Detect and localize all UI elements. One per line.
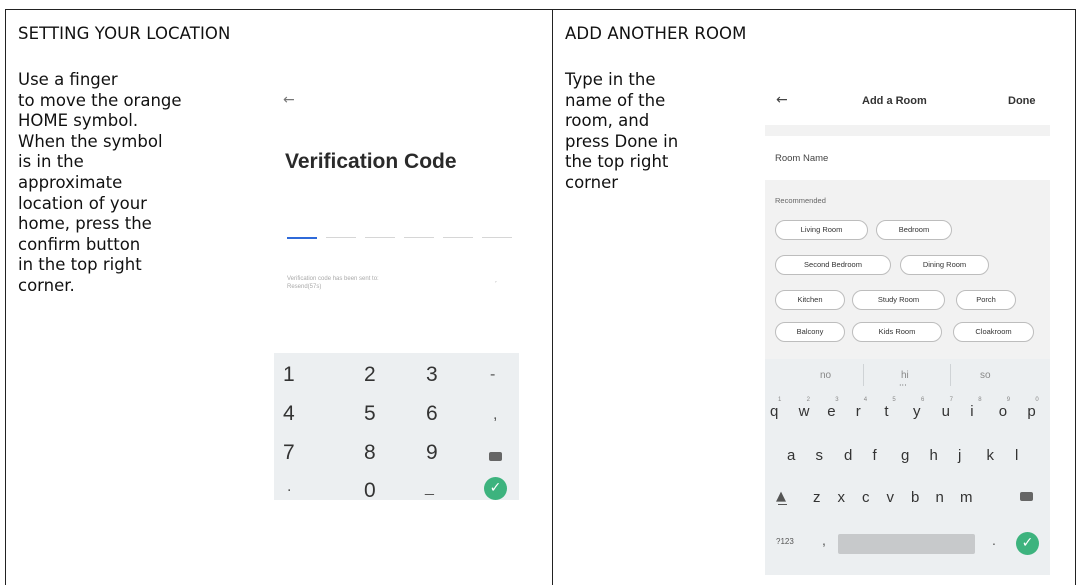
key-hint-number: 0 bbox=[1035, 397, 1039, 403]
key-x[interactable]: x bbox=[838, 489, 846, 506]
key-f[interactable]: f bbox=[873, 447, 877, 464]
code-digit-slot[interactable] bbox=[287, 237, 317, 239]
key-hint-number: 8 bbox=[978, 397, 982, 403]
left-instructions: Use a finger to move the orange HOME sym… bbox=[18, 70, 182, 295]
key-hint-number: 5 bbox=[892, 397, 896, 403]
key-k[interactable]: k bbox=[987, 447, 995, 464]
back-arrow-icon[interactable]: ← bbox=[776, 92, 788, 108]
key-j[interactable]: j bbox=[958, 447, 961, 464]
key-i[interactable]: i bbox=[970, 403, 973, 420]
column-divider bbox=[552, 9, 553, 585]
period-key[interactable]: . bbox=[992, 532, 996, 548]
key-7[interactable]: 7 bbox=[283, 441, 295, 465]
key-1[interactable]: 1 bbox=[283, 363, 295, 387]
key-hint-number: 4 bbox=[863, 397, 868, 403]
symbols-key[interactable]: ?123 bbox=[776, 537, 794, 546]
key-9[interactable]: 9 bbox=[426, 441, 438, 465]
key-w[interactable]: w bbox=[799, 403, 810, 420]
key-o[interactable]: o bbox=[999, 403, 1007, 420]
done-button[interactable]: Done bbox=[1008, 95, 1036, 107]
code-digit-slot[interactable] bbox=[482, 237, 512, 238]
shift-icon[interactable]: ▲ bbox=[776, 489, 786, 504]
code-input[interactable] bbox=[287, 237, 512, 239]
key-period[interactable]: . bbox=[287, 478, 291, 496]
key-n[interactable]: n bbox=[936, 489, 944, 506]
more-suggestions-icon[interactable]: ··· bbox=[899, 381, 907, 390]
confirm-check-icon[interactable]: ✓ bbox=[484, 477, 507, 500]
key-hint-number: 6 bbox=[921, 397, 925, 403]
backspace-icon[interactable] bbox=[489, 452, 502, 461]
key-b[interactable]: b bbox=[911, 489, 919, 506]
key-z[interactable]: z bbox=[813, 489, 821, 506]
right-column-title: ADD ANOTHER ROOM bbox=[565, 24, 747, 43]
key-5[interactable]: 5 bbox=[364, 402, 376, 426]
key-g[interactable]: g bbox=[901, 447, 909, 464]
key-hint-number: 2 bbox=[806, 397, 810, 403]
right-instructions: Type in the name of the room, and press … bbox=[565, 70, 679, 192]
key-e[interactable]: e bbox=[827, 403, 835, 420]
backspace-icon[interactable] bbox=[1020, 492, 1033, 501]
chip-kitchen[interactable]: Kitchen bbox=[775, 290, 845, 310]
code-sent-message: Verification code has been sent to: Rese… bbox=[287, 276, 379, 290]
add-room-title: Add a Room bbox=[862, 95, 927, 107]
key-l[interactable]: l bbox=[1015, 447, 1018, 464]
key-0[interactable]: 0 bbox=[364, 479, 376, 503]
chip-living-room[interactable]: Living Room bbox=[775, 220, 868, 240]
key-8[interactable]: 8 bbox=[364, 441, 376, 465]
code-digit-slot[interactable] bbox=[404, 237, 434, 238]
chip-second-bedroom[interactable]: Second Bedroom bbox=[775, 255, 891, 275]
suggestion-divider bbox=[950, 364, 951, 386]
key-2[interactable]: 2 bbox=[364, 363, 376, 387]
chip-bedroom[interactable]: Bedroom bbox=[876, 220, 952, 240]
left-column-title: SETTING YOUR LOCATION bbox=[18, 24, 231, 43]
chip-kids-room[interactable]: Kids Room bbox=[852, 322, 942, 342]
key-p[interactable]: p bbox=[1027, 403, 1035, 420]
key-hint-number: 3 bbox=[835, 397, 839, 403]
key-4[interactable]: 4 bbox=[283, 402, 295, 426]
key-underscore[interactable]: _ bbox=[425, 479, 434, 497]
key-d[interactable]: d bbox=[844, 447, 852, 464]
key-3[interactable]: 3 bbox=[426, 363, 438, 387]
suggestion-hi[interactable]: hi bbox=[901, 370, 909, 381]
key-hint-number: 9 bbox=[1006, 397, 1011, 403]
enter-check-icon[interactable]: ✓ bbox=[1016, 532, 1039, 555]
chip-balcony[interactable]: Balcony bbox=[775, 322, 845, 342]
key-s[interactable]: s bbox=[816, 447, 824, 464]
chip-porch[interactable]: Porch bbox=[956, 290, 1016, 310]
chip-study-room[interactable]: Study Room bbox=[852, 290, 945, 310]
comma-key[interactable]: , bbox=[822, 532, 826, 548]
suggestion-no[interactable]: no bbox=[820, 370, 831, 381]
suggestion-so[interactable]: so bbox=[980, 370, 991, 381]
recommended-label: Recommended bbox=[775, 196, 826, 205]
key-u[interactable]: u bbox=[942, 403, 950, 420]
suggestion-divider bbox=[863, 364, 864, 386]
key-hint-number: 1 bbox=[778, 397, 782, 403]
shift-underline bbox=[778, 504, 787, 505]
key-q[interactable]: q bbox=[770, 403, 778, 420]
key-a[interactable]: a bbox=[787, 447, 795, 464]
chip-cloakroom[interactable]: Cloakroom bbox=[953, 322, 1034, 342]
key-minus[interactable]: - bbox=[490, 366, 495, 384]
key-r[interactable]: r bbox=[856, 403, 861, 420]
key-6[interactable]: 6 bbox=[426, 402, 438, 426]
key-hint-number: 7 bbox=[949, 397, 953, 403]
code-digit-slot[interactable] bbox=[326, 237, 356, 238]
numeric-keypad bbox=[274, 353, 519, 500]
key-t[interactable]: t bbox=[884, 403, 888, 420]
key-y[interactable]: y bbox=[913, 403, 921, 420]
code-digit-slot[interactable] bbox=[365, 237, 395, 238]
verification-heading: Verification Code bbox=[285, 150, 457, 173]
key-m[interactable]: m bbox=[960, 489, 973, 506]
space-bar[interactable] bbox=[838, 534, 975, 554]
key-comma[interactable]: , bbox=[493, 406, 497, 424]
code-digit-slot[interactable] bbox=[443, 237, 473, 238]
room-name-label: Room Name bbox=[775, 153, 829, 164]
back-arrow-icon[interactable]: ← bbox=[283, 92, 295, 108]
key-h[interactable]: h bbox=[930, 447, 938, 464]
key-c[interactable]: c bbox=[862, 489, 870, 506]
code-sent-suffix: , bbox=[495, 277, 497, 284]
key-v[interactable]: v bbox=[887, 489, 895, 506]
chip-dining-room[interactable]: Dining Room bbox=[900, 255, 989, 275]
